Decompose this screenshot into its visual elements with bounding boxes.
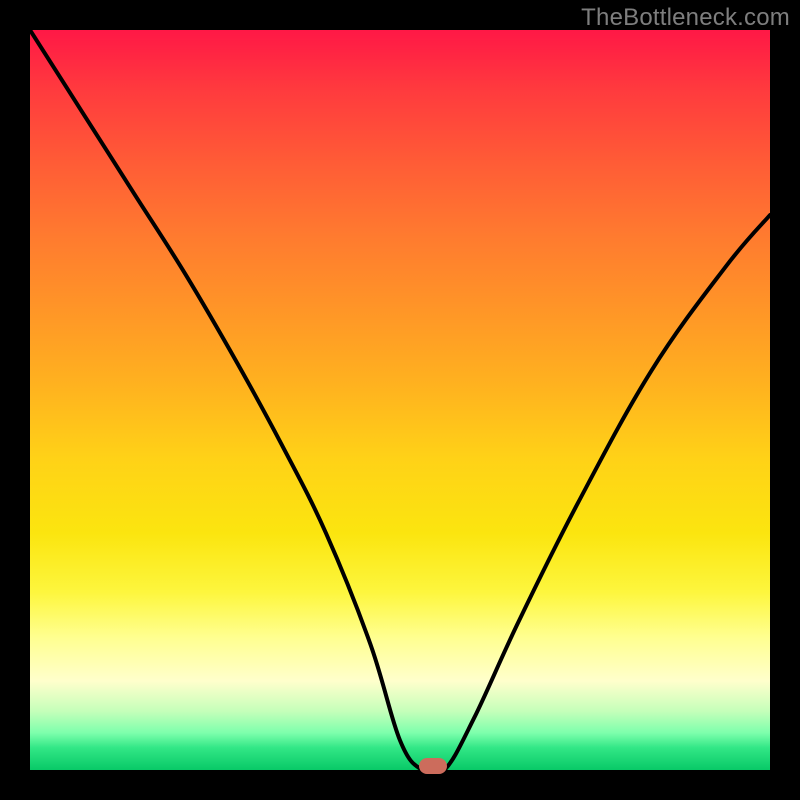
chart-frame: TheBottleneck.com [0, 0, 800, 800]
bottleneck-curve-path [30, 30, 770, 770]
curve-svg [30, 30, 770, 770]
watermark-text: TheBottleneck.com [581, 4, 790, 32]
plot-area [30, 30, 770, 770]
minimum-marker [419, 758, 447, 774]
